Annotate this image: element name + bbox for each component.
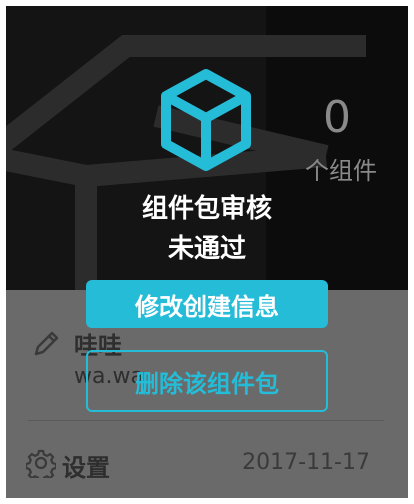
settings-link[interactable]: 设置 — [62, 448, 110, 483]
component-package-card: 0 个组件 哇哇 wa.wa 设置 2017-11-17 组件包审核 未通过 修… — [6, 6, 408, 498]
review-title: 组件包审核 — [141, 194, 272, 224]
delete-package-button[interactable]: 删除该组件包 — [86, 350, 328, 412]
info-divider — [28, 420, 384, 421]
gear-icon[interactable] — [26, 448, 56, 478]
component-count-label: 个组件 — [305, 157, 377, 185]
created-date: 2017-11-17 — [242, 450, 370, 475]
review-status: 未通过 — [167, 234, 246, 264]
component-count: 0 — [323, 92, 351, 143]
edit-info-button[interactable]: 修改创建信息 — [86, 280, 328, 328]
pencil-icon — [34, 331, 59, 356]
cube-icon — [161, 69, 251, 171]
